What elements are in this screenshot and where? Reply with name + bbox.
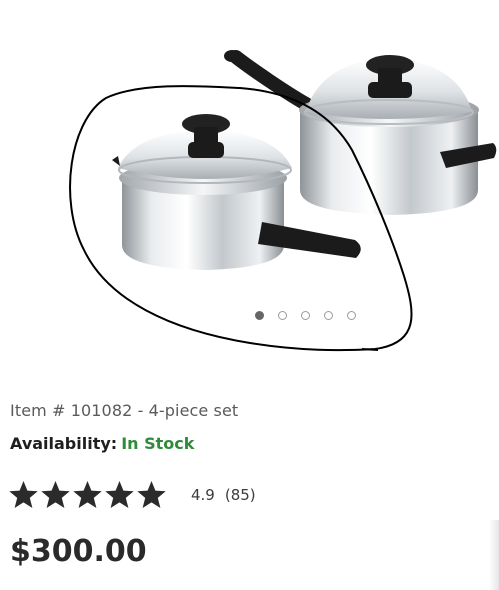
carousel-dot[interactable] [255,311,264,320]
availability-status: In Stock [121,434,195,453]
star-icon [73,481,102,508]
carousel-dot[interactable] [347,311,356,320]
star-rating [8,480,167,510]
review-count-link[interactable]: (85) [225,486,256,504]
star-icon [41,481,70,508]
carousel-dot[interactable] [324,311,333,320]
edge-shadow [489,520,499,590]
price: $300.00 [10,534,147,569]
rating-value: 4.9 [191,486,215,504]
carousel-dot[interactable] [301,311,310,320]
item-number: Item # 101082 - 4-piece set [10,401,239,420]
product-page: Item # 101082 - 4-piece set Availability… [0,0,499,590]
rating[interactable]: 4.9 (85) [8,480,256,510]
product-image[interactable] [0,0,499,360]
carousel-dot[interactable] [278,311,287,320]
availability-label: Availability: [10,434,118,453]
availability: Availability: In Stock [10,434,194,453]
star-icon [137,481,166,508]
star-icon [105,481,134,508]
star-icon [9,481,38,508]
carousel-dots [255,311,356,320]
